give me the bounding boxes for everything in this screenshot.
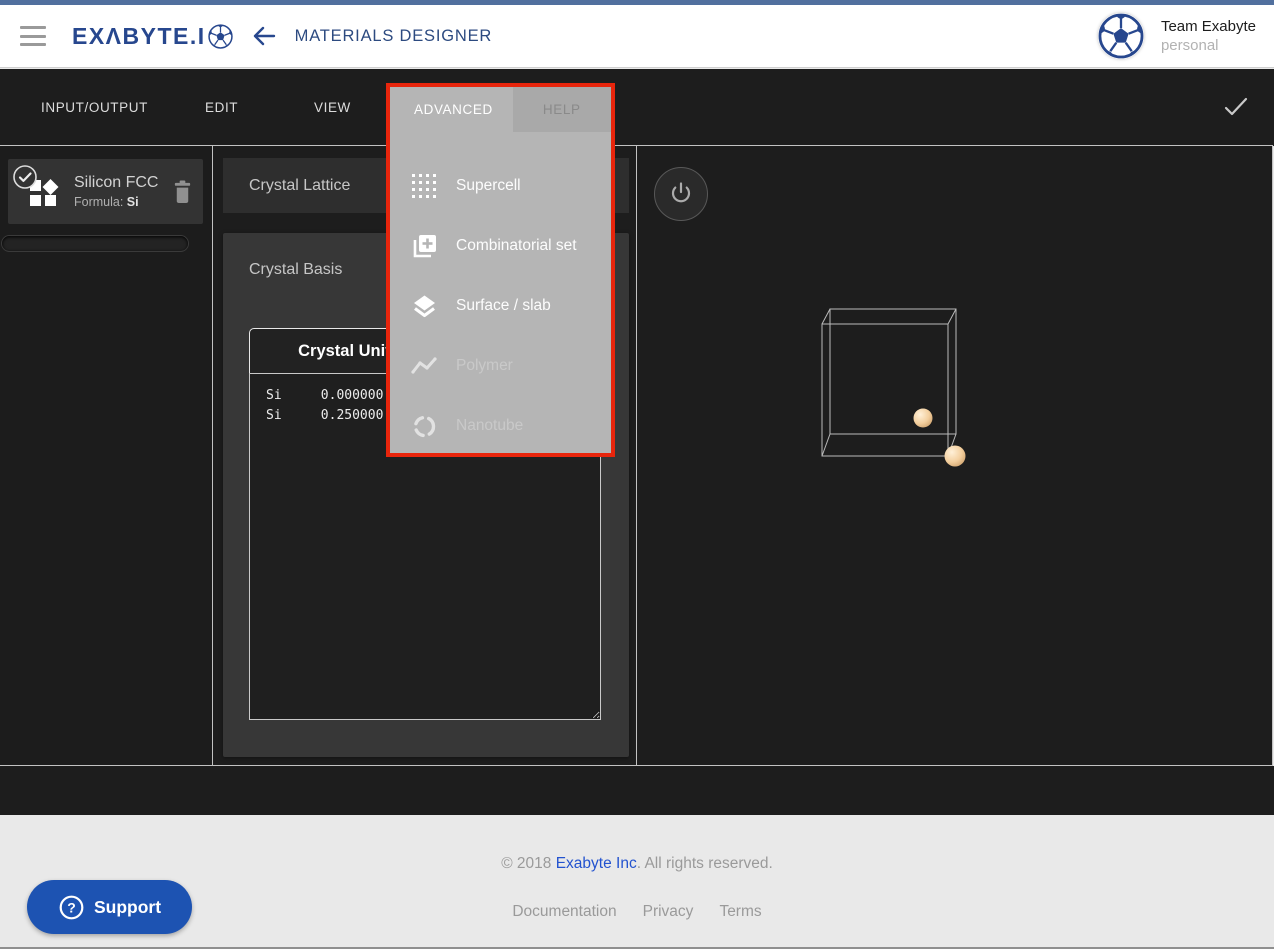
structure-3d-viewer[interactable] [637,146,1272,765]
exabyte-logo[interactable]: EXΛBYTE.I [72,23,233,50]
selected-check-icon [12,164,39,191]
crystal-units-label: Crystal Units [298,342,400,361]
material-name: Silicon FCC [74,174,158,192]
footer-link-privacy[interactable]: Privacy [643,903,694,921]
menu-help[interactable]: HELP [513,87,612,132]
menu-item-label: Polymer [456,357,513,375]
user-role: personal [1161,37,1256,54]
material-formula: Formula: Si [74,195,158,209]
menu-item-label: Supercell [456,177,521,195]
user-account-area[interactable]: Team Exabyte personal [1098,13,1256,59]
dropdown-items: Supercell Combinatorial set Surface / [390,132,611,456]
materials-sidebar: Silicon FCC Formula: Si [0,146,213,765]
logo-ball-icon [208,24,233,49]
confirm-check-icon[interactable] [1224,95,1248,124]
page-title: MATERIALS DESIGNER [295,27,492,46]
hamburger-menu-icon[interactable] [20,26,46,46]
menu-view[interactable]: VIEW [314,69,351,146]
back-arrow-icon[interactable] [251,23,277,49]
supercell-grid-icon [410,173,438,199]
footer-link-terms[interactable]: Terms [719,903,761,921]
material-text: Silicon FCC Formula: Si [74,174,158,209]
delete-material-icon[interactable] [172,179,193,204]
advanced-dropdown-menu: ADVANCED HELP Supercell [386,83,615,457]
user-name: Team Exabyte [1161,18,1256,35]
atom-si-1 [914,409,933,428]
unit-cell-wireframe [637,146,1272,765]
menu-advanced[interactable]: ADVANCED [390,87,513,132]
combinatorial-set-icon [410,233,438,260]
material-icon-wrap [14,166,66,218]
menu-item-nanotube[interactable]: Nanotube [390,396,611,456]
bottom-dark-strip [0,766,1274,815]
main-content: Silicon FCC Formula: Si Crystal Lattice … [0,145,1273,766]
menu-item-combinatorial-set[interactable]: Combinatorial set [390,216,611,276]
avatar [1098,13,1144,59]
power-icon [666,179,696,209]
material-list-item-silicon-fcc[interactable]: Silicon FCC Formula: Si [8,159,203,224]
company-link[interactable]: Exabyte Inc [556,855,637,872]
menu-item-supercell[interactable]: Supercell [390,156,611,216]
sidebar-scrollbar[interactable] [2,236,188,251]
page-footer: © 2018 Exabyte Inc. All rights reserved.… [0,815,1274,949]
help-question-icon: ? [58,894,85,921]
menu-item-surface-slab[interactable]: Surface / slab [390,276,611,336]
viewer-power-button[interactable] [654,167,708,221]
designer-menubar: INPUT/OUTPUT EDIT VIEW [0,69,1274,146]
menu-item-label: Nanotube [456,417,523,435]
crystal-lattice-title: Crystal Lattice [249,177,350,195]
menu-item-polymer[interactable]: Polymer [390,336,611,396]
menu-item-label: Combinatorial set [456,237,577,255]
svg-text:?: ? [67,899,76,915]
menu-input-output[interactable]: INPUT/OUTPUT [41,69,148,146]
nanotube-icon [410,413,438,440]
menu-edit[interactable]: EDIT [205,69,238,146]
atom-si-2 [945,446,966,467]
support-label: Support [94,897,161,918]
logo-text: EXΛBYTE.I [72,23,206,50]
surface-slab-icon [410,293,438,320]
app-header: EXΛBYTE.I MATERIALS DESIGNER Team Exabyt… [0,5,1274,68]
polymer-icon [410,355,438,377]
menu-item-label: Surface / slab [456,297,551,315]
footer-link-documentation[interactable]: Documentation [512,903,616,921]
dropdown-tabs: ADVANCED HELP [390,87,611,132]
copyright-text: © 2018 Exabyte Inc. All rights reserved. [0,855,1274,873]
crystal-basis-title: Crystal Basis [249,261,342,279]
user-names: Team Exabyte personal [1161,18,1256,54]
support-button[interactable]: ? Support [27,880,192,934]
